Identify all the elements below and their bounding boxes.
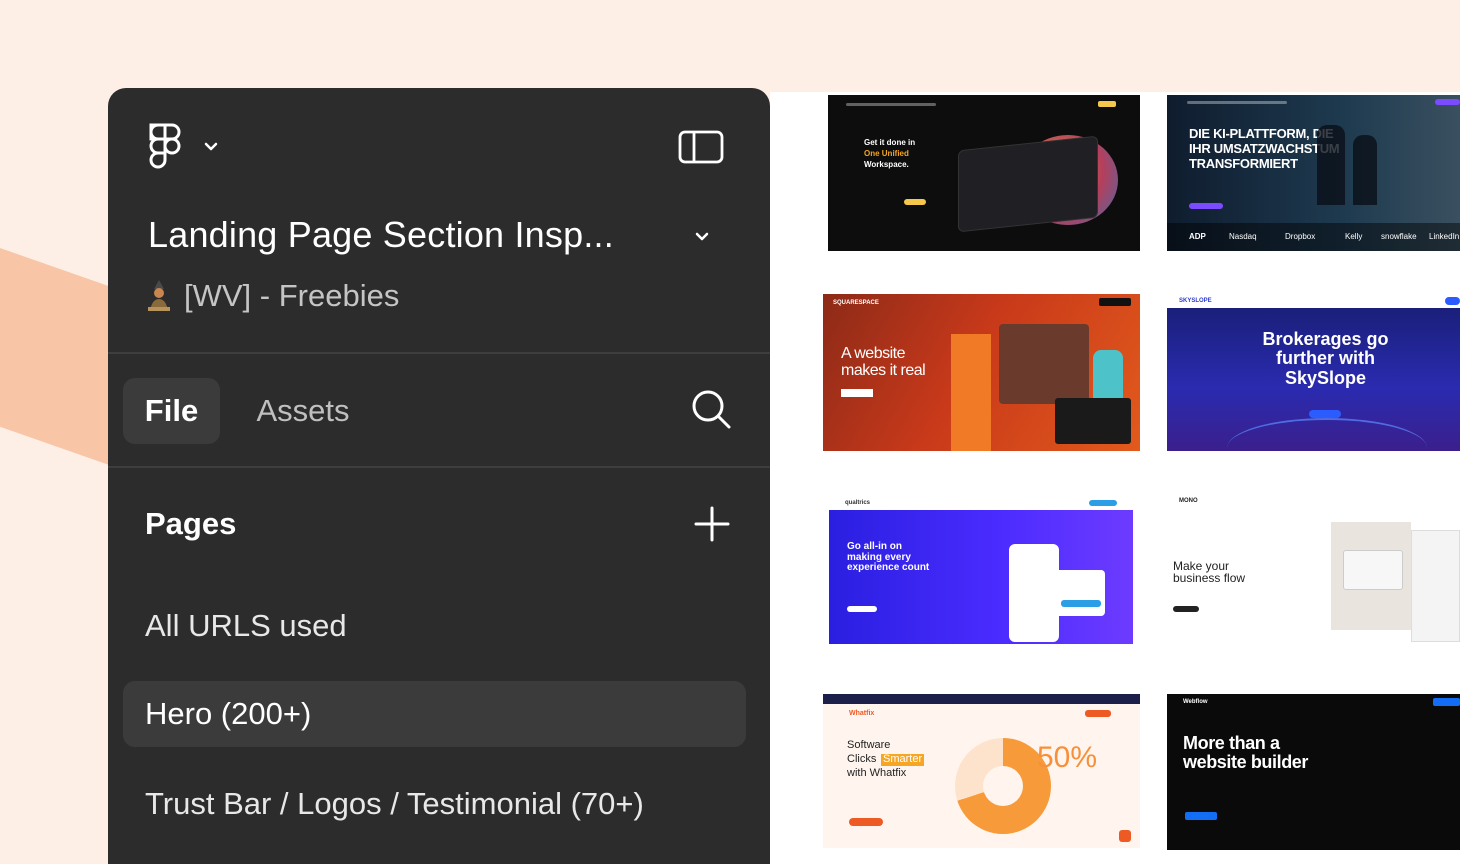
- thumb-headline: Brokerages go further with SkySlope: [1262, 329, 1389, 388]
- plus-icon[interactable]: [694, 506, 730, 542]
- logo-adp: ADP: [1189, 232, 1206, 241]
- team-row[interactable]: [WV] - Freebies: [144, 278, 399, 314]
- logo-snowflake: snowflake: [1381, 232, 1417, 241]
- thumbnail-skyslope[interactable]: SKYSLOPE Brokerages go further with SkyS…: [1167, 294, 1460, 451]
- title-chevron-down-icon[interactable]: [692, 227, 712, 247]
- logo-linkedin: LinkedIn: [1429, 232, 1460, 241]
- tab-file[interactable]: File: [123, 378, 220, 444]
- thumb-headline: A website makes it real: [841, 345, 926, 379]
- thumb-line1: Software: [847, 739, 891, 751]
- thumb-brand: SKYSLOPE: [1179, 298, 1212, 304]
- thumbnail-qualtrics[interactable]: qualtrics Go all-in on making every expe…: [823, 496, 1139, 650]
- team-avatar-icon: [148, 280, 170, 311]
- thumb-headline: Go all-in on making every experience cou…: [847, 541, 930, 573]
- pages-heading: Pages: [145, 506, 237, 541]
- thumb-line2a: Clicks: [847, 753, 877, 765]
- thumb-headline: Make your business flow: [1173, 559, 1246, 585]
- thumbnail-whatfix[interactable]: Whatfix Software Clicks Smarter with Wha…: [823, 694, 1140, 848]
- thumb-brand: Webflow: [1183, 699, 1208, 705]
- page-item-trust-bar[interactable]: Trust Bar / Logos / Testimonial (70+): [123, 771, 746, 837]
- sidebar-toggle-icon[interactable]: [678, 130, 724, 164]
- thumbnail-workspace[interactable]: Get it done in One Unified Workspace.: [828, 95, 1140, 251]
- divider: [108, 466, 770, 468]
- logo-kelly: Kelly: [1345, 232, 1363, 241]
- thumb-stat: 50%: [1037, 741, 1098, 774]
- chevron-down-icon[interactable]: [202, 138, 220, 156]
- thumbnail-ki-plattform[interactable]: DIE KI-PLATTFORM, DIE IHR UMSATZWACHSTUM…: [1167, 95, 1460, 251]
- thumb-headline: Get it done in: [864, 138, 916, 147]
- thumb-headline: More than a website builder: [1183, 733, 1309, 772]
- file-title[interactable]: Landing Page Section Insp...: [148, 214, 614, 256]
- thumb-brand: qualtrics: [845, 500, 871, 506]
- logo-nasdaq: Nasdaq: [1229, 232, 1257, 241]
- thumbnail-mono[interactable]: MONO Make your business flow: [1167, 494, 1460, 644]
- thumbnail-squarespace[interactable]: SQUARESPACE A website makes it real: [823, 294, 1140, 451]
- team-name: [WV] - Freebies: [184, 278, 400, 313]
- page-item-all-urls[interactable]: All URLS used: [123, 593, 746, 659]
- thumb-tail: Workspace.: [864, 160, 909, 169]
- thumb-brand: SQUARESPACE: [833, 300, 879, 306]
- thumbnail-webflow[interactable]: Webflow More than a website builder: [1167, 694, 1460, 850]
- search-icon[interactable]: [690, 388, 732, 430]
- layers-panel: Landing Page Section Insp... [WV] - Free…: [108, 88, 770, 864]
- divider: [108, 352, 770, 354]
- logo-dropbox: Dropbox: [1285, 232, 1316, 241]
- figma-logo-icon[interactable]: [148, 122, 182, 170]
- tab-assets[interactable]: Assets: [238, 378, 368, 444]
- thumb-brand: Whatfix: [849, 710, 875, 717]
- thumb-accent: One Unified: [864, 149, 909, 158]
- thumb-line2b: Smarter: [881, 753, 925, 766]
- page-item-hero[interactable]: Hero (200+): [123, 681, 746, 747]
- thumb-line3: with Whatfix: [847, 767, 907, 779]
- thumb-brand: MONO: [1179, 498, 1198, 504]
- background-accent-shape: [0, 248, 112, 466]
